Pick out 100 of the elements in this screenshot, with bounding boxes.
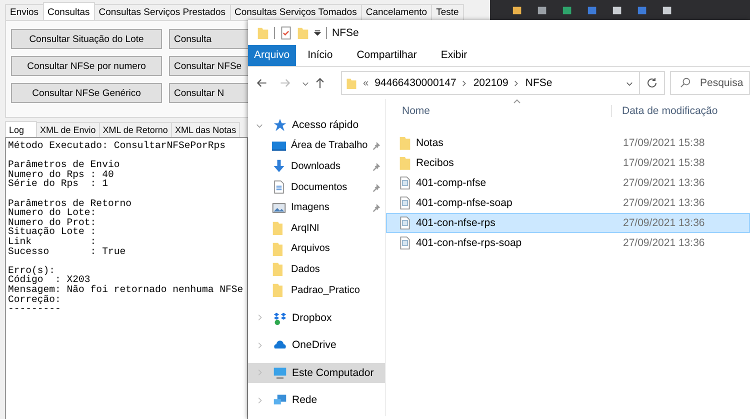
nav-item[interactable]: Padrao_Pratico	[248, 280, 385, 300]
nav-item[interactable]: Arquivos	[248, 238, 385, 260]
toolbar-icon[interactable]	[537, 4, 548, 16]
log-line: Série do Rps : 1	[8, 179, 108, 189]
log-line: Método Executado: ConsultarNFSePorRps	[8, 141, 226, 151]
chevron-icon[interactable]	[256, 122, 263, 129]
file-row[interactable]: 401-comp-nfse 27/09/2021 13:36	[386, 173, 750, 193]
nav-item[interactable]: Rede	[248, 390, 385, 411]
folder-icon	[399, 156, 411, 170]
up-icon[interactable]	[314, 77, 326, 89]
document-icon	[399, 236, 411, 250]
window-title: NFSe	[332, 26, 359, 38]
chevron-icon	[514, 80, 520, 86]
log-line: Numero do Rps : 40	[8, 170, 114, 180]
document-icon	[399, 176, 411, 190]
nav-item[interactable]: Documentos	[248, 176, 385, 198]
file-row[interactable]: Notas 17/09/2021 15:38	[386, 133, 750, 153]
chevron-icon[interactable]	[256, 314, 263, 322]
column-header[interactable]: Data de modificação	[612, 104, 718, 116]
log-line: Código : X203	[8, 275, 90, 285]
file-row[interactable]: 401-con-nfse-rps-soap 27/09/2021 13:36	[386, 233, 750, 253]
query-button[interactable]: Consultar N	[169, 83, 248, 103]
log-line: Numero do Prot:	[8, 218, 96, 228]
nav-item[interactable]: OneDrive	[248, 334, 385, 356]
tab[interactable]: Envios	[5, 4, 44, 20]
nav-item[interactable]: Este Computador	[248, 362, 385, 384]
pin-icon[interactable]	[372, 182, 381, 192]
document-icon	[399, 196, 411, 210]
nav-item[interactable]: Área de Trabalho	[248, 136, 385, 156]
document-icon	[272, 180, 286, 194]
modified-date: 27/09/2021 13:36	[622, 217, 705, 229]
nav-item[interactable]: Imagens	[248, 197, 385, 218]
breadcrumb[interactable]: 94466430000147	[374, 77, 456, 89]
query-button[interactable]: Consultar NFSe por numero	[11, 56, 162, 76]
column-header[interactable]: Nome	[386, 104, 612, 116]
log-line: Link :	[8, 236, 96, 247]
pin-icon[interactable]	[372, 141, 381, 150]
pin-icon[interactable]	[372, 162, 381, 171]
dropbox-icon	[273, 310, 287, 325]
log-line: Mensagem: Não foi retornado nenhuma NFSe	[8, 284, 244, 294]
modified-date: 27/09/2021 13:36	[622, 177, 705, 189]
download-icon	[272, 159, 286, 174]
tab[interactable]: Consultas Serviços Tomados	[230, 4, 362, 20]
log-line: Correção:	[8, 294, 61, 304]
nav-item[interactable]: Acesso rápido	[248, 115, 385, 136]
tab[interactable]: Log	[5, 121, 38, 137]
log-line: Numero do Lote:	[8, 208, 96, 218]
ribbon-tab[interactable]: Início	[296, 45, 345, 66]
overflow-chevron[interactable]: «	[363, 78, 369, 88]
nav-item[interactable]: Dados	[248, 259, 385, 280]
query-button[interactable]: Consultar NFSe	[169, 56, 248, 76]
nav-item[interactable]: Downloads	[248, 156, 385, 177]
tab[interactable]: Consultas	[42, 2, 95, 20]
caret-icon[interactable]	[626, 80, 633, 86]
folder-icon	[399, 136, 411, 150]
tab[interactable]: Consultas Serviços Prestados	[94, 4, 230, 20]
forward-icon[interactable]	[279, 77, 291, 89]
pin-icon[interactable]	[372, 203, 381, 212]
nav-item[interactable]: Dropbox	[248, 307, 385, 328]
toolbar-icon[interactable]	[512, 4, 523, 16]
nav-item[interactable]: ArqINI	[248, 218, 385, 239]
log-line: Sucesso : True	[8, 246, 126, 256]
dropdown-icon[interactable]	[314, 29, 321, 36]
ribbon-tab[interactable]: Exibir	[428, 45, 480, 66]
breadcrumb[interactable]: NFSe	[525, 77, 552, 89]
toolbar-icon[interactable]	[612, 4, 623, 16]
query-button[interactable]: Consultar Situação do Lote	[11, 29, 162, 49]
file-row[interactable]: 401-comp-nfse-soap 27/09/2021 13:36	[386, 193, 750, 213]
refresh-icon	[646, 77, 658, 89]
star-icon	[273, 118, 287, 132]
image-icon	[272, 200, 286, 215]
modified-date: 27/09/2021 13:36	[622, 237, 705, 249]
file-name: 401-con-nfse-rps	[416, 217, 496, 229]
file-name: Notas	[416, 137, 444, 149]
address-bar[interactable]: « 94466430000147 202109 NFSe	[341, 71, 665, 95]
toolbar-icon[interactable]	[562, 4, 573, 16]
checklist-icon[interactable]	[280, 26, 292, 40]
file-row[interactable]: Recibos 17/09/2021 15:38	[386, 153, 750, 173]
desktop-icon	[272, 138, 286, 153]
chevron-icon[interactable]	[256, 342, 263, 349]
chevron-icon[interactable]	[256, 396, 263, 404]
caret-icon[interactable]	[302, 80, 309, 86]
back-icon[interactable]	[256, 77, 268, 89]
log-line: Parâmetros de Retorno	[8, 198, 132, 208]
file-name: Recibos	[416, 157, 454, 169]
modified-date: 27/09/2021 13:36	[622, 197, 705, 209]
query-button[interactable]: Consultar NFSe Genérico	[11, 83, 162, 103]
log-line: Parâmetros de Envio	[8, 160, 120, 170]
tab[interactable]: Teste	[431, 4, 464, 20]
log-line: Situação Lote :	[8, 227, 96, 237]
log-line: ---------	[8, 304, 61, 314]
computer-icon	[273, 366, 287, 380]
breadcrumb[interactable]: 202109	[473, 77, 508, 89]
search-field[interactable]: Pesquisa	[670, 71, 750, 95]
query-button[interactable]: Consulta	[169, 29, 248, 49]
file-row[interactable]: 401-con-nfse-rps 27/09/2021 13:36	[386, 213, 750, 233]
ribbon-tab[interactable]: Arquivo	[248, 45, 296, 66]
toolbar-icon[interactable]	[662, 4, 673, 16]
ribbon-tab[interactable]: Compartilhar	[344, 45, 429, 66]
network-icon	[273, 393, 287, 408]
